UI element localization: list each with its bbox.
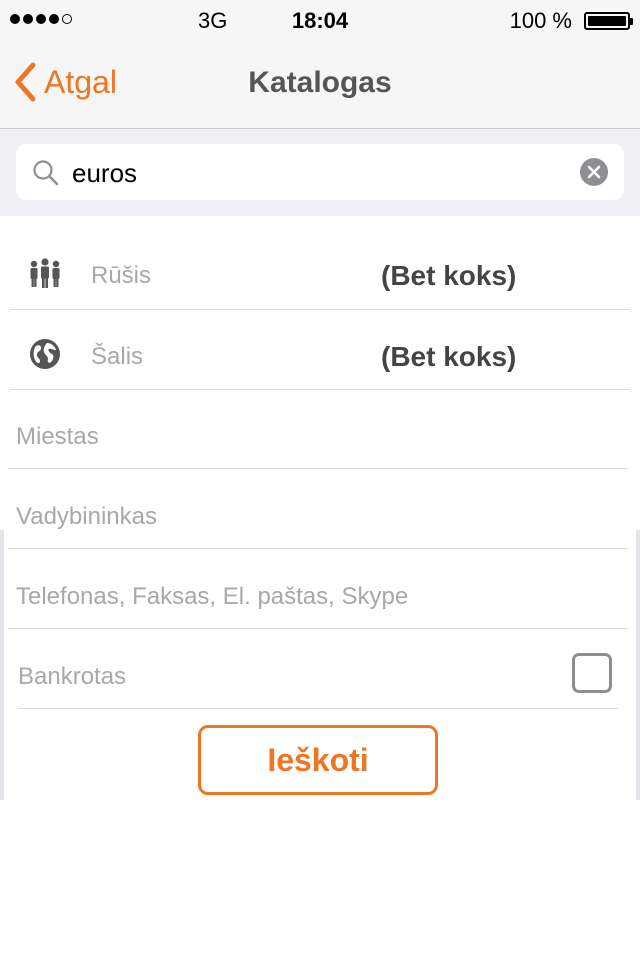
manager-placeholder: Vadybininkas	[16, 503, 157, 530]
city-field[interactable]: Miestas	[8, 390, 628, 469]
left-scroll-edge	[0, 530, 4, 800]
country-selector-row[interactable]: Šalis (Bet koks)	[10, 310, 630, 390]
manager-field[interactable]: Vadybininkas	[8, 469, 628, 549]
status-bar: 3G 18:04 100 %	[0, 0, 640, 40]
city-placeholder: Miestas	[16, 423, 99, 450]
bankrupt-row: Bankrotas	[18, 629, 618, 709]
bankrupt-label: Bankrotas	[18, 663, 127, 690]
search-button[interactable]: Ieškoti	[198, 725, 438, 795]
globe-icon	[30, 339, 60, 369]
navigation-bar: Atgal Katalogas	[0, 40, 640, 129]
battery-percentage: 100 %	[509, 8, 572, 33]
contacts-placeholder: Telefonas, Faksas, El. paštas, Skype	[16, 583, 409, 610]
clear-search-button[interactable]	[580, 158, 608, 186]
type-selector-row[interactable]: Rūšis (Bet koks)	[10, 236, 630, 310]
search-bar: euros	[0, 129, 640, 216]
contacts-field[interactable]: Telefonas, Faksas, El. paštas, Skype	[8, 549, 628, 629]
right-scroll-edge	[636, 530, 640, 800]
country-label: Šalis	[91, 343, 144, 370]
search-icon	[33, 160, 59, 186]
search-input[interactable]: euros	[16, 144, 624, 200]
search-query: euros	[72, 158, 138, 188]
page-title: Katalogas	[248, 66, 392, 99]
battery-icon	[584, 12, 633, 30]
country-value: (Bet koks)	[381, 341, 517, 372]
type-value: (Bet koks)	[381, 260, 517, 291]
type-label: Rūšis	[91, 262, 152, 289]
clear-icon	[587, 165, 601, 179]
bankrupt-checkbox[interactable]	[572, 653, 612, 693]
people-icon	[30, 258, 60, 288]
